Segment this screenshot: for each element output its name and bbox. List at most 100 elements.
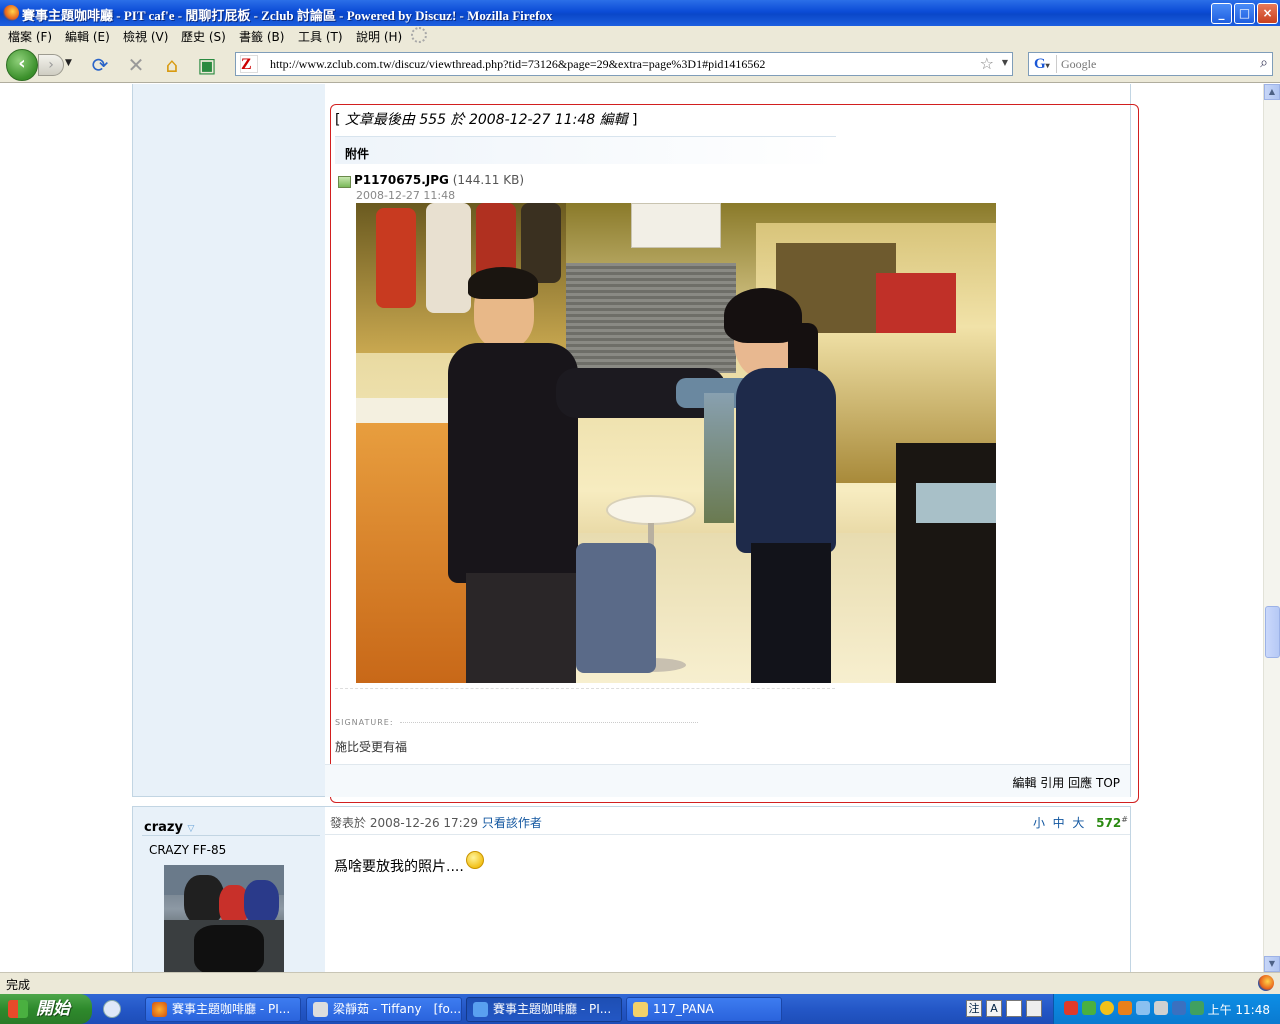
scroll-thumb[interactable] xyxy=(1265,606,1280,658)
scroll-down-icon[interactable]: ▼ xyxy=(1264,956,1280,972)
url-text[interactable]: http://www.zclub.com.tw/discuz/viewthrea… xyxy=(270,57,765,72)
tray-app1-icon[interactable] xyxy=(1064,1001,1078,1015)
author-nickname: CRAZY FF-85 xyxy=(149,843,227,857)
tray-antivirus-icon[interactable] xyxy=(1190,1001,1204,1015)
post-actions: 編輯 引用 回應 TOP xyxy=(1012,774,1120,791)
task-folder[interactable]: 117_PANA xyxy=(626,997,782,1022)
search-magnifier-icon[interactable]: ⌕ xyxy=(1260,55,1268,71)
menu-tools[interactable]: 工具 (T) xyxy=(298,28,343,45)
system-tray: 上午 11:48 xyxy=(1053,994,1280,1024)
task-ie[interactable]: 賽事主題咖啡廳 - PI... xyxy=(466,997,622,1022)
tray-app2-icon[interactable] xyxy=(1118,1001,1132,1015)
url-dropdown-icon[interactable]: ▼ xyxy=(1002,58,1008,67)
post-message: 爲啥要放我的照片.... xyxy=(334,851,484,876)
signature-label: SIGNATURE: xyxy=(335,718,394,727)
font-size-controls: 小 中 大 572# xyxy=(1033,814,1128,831)
quote-link[interactable]: 引用 xyxy=(1040,776,1064,790)
task-foobar[interactable]: 梁靜茹 - Tiffany [fo... xyxy=(306,997,462,1022)
firefox-window: 賽事主題咖啡廳 - PIT caf'e - 閒聊打屁板 - Zclub 討論區 … xyxy=(0,0,1280,1024)
font-medium-link[interactable]: 中 xyxy=(1053,816,1065,830)
search-box[interactable]: G▾ ⌕ xyxy=(1028,52,1273,76)
font-small-link[interactable]: 小 xyxy=(1033,816,1045,830)
author-name[interactable]: crazy ▽ xyxy=(144,820,194,835)
ime-indicator[interactable]: 注 xyxy=(966,1000,982,1017)
ime-keyboard-icon[interactable] xyxy=(1026,1000,1042,1017)
task-firefox-1[interactable]: 賽事主題咖啡廳 - PI... xyxy=(145,997,301,1022)
font-large-link[interactable]: 大 xyxy=(1072,816,1084,830)
tray-app3-icon[interactable] xyxy=(1154,1001,1168,1015)
foobar-task-icon xyxy=(313,1002,328,1017)
title-bar[interactable]: 賽事主題咖啡廳 - PIT caf'e - 閒聊打屁板 - Zclub 討論區 … xyxy=(0,0,1280,26)
menu-bar: 檔案 (F) 編輯 (E) 檢視 (V) 歷史 (S) 書籤 (B) 工具 (T… xyxy=(0,26,1280,45)
menu-view[interactable]: 檢視 (V) xyxy=(123,28,168,45)
menu-file[interactable]: 檔案 (F) xyxy=(8,28,52,45)
reload-icon[interactable]: ⟳ xyxy=(88,53,112,77)
google-engine-icon[interactable]: G▾ xyxy=(1031,55,1057,73)
back-button[interactable]: ‹ xyxy=(6,49,38,81)
attachment-divider xyxy=(335,688,835,689)
ime-width-icon[interactable] xyxy=(1006,1000,1022,1017)
page-content: [ 文章最後由 555 於 2008-12-27 11:48 編輯 ] 附件 P… xyxy=(0,84,1263,972)
stop-icon[interactable]: ✕ xyxy=(124,53,148,77)
quicklaunch-icon[interactable] xyxy=(103,1000,121,1018)
bookmark-star-icon[interactable]: ☆ xyxy=(980,54,994,73)
post-actions-bar: 編輯 引用 回應 TOP xyxy=(325,764,1130,797)
clock[interactable]: 上午 11:48 xyxy=(1208,1001,1270,1018)
firefox-icon xyxy=(3,5,19,21)
smiley-icon xyxy=(465,851,484,869)
tray-messenger-icon[interactable] xyxy=(1082,1001,1096,1015)
attachment-filename[interactable]: P1170675.JPG (144.11 KB) xyxy=(354,173,524,187)
maximize-button[interactable]: □ xyxy=(1234,3,1255,24)
address-bar[interactable]: Z http://www.zclub.com.tw/discuz/viewthr… xyxy=(235,52,1013,76)
top-link[interactable]: TOP xyxy=(1096,776,1120,790)
throbber-icon xyxy=(411,27,427,43)
tray-smiley-icon[interactable] xyxy=(1100,1001,1114,1015)
post-author-sidebar xyxy=(133,84,325,796)
windows-logo-icon xyxy=(8,1000,28,1018)
author-divider xyxy=(142,835,320,836)
post-floor-number[interactable]: 572 xyxy=(1096,816,1121,830)
attachments-header: 附件 xyxy=(335,136,836,164)
meta-divider xyxy=(325,834,1130,835)
bookmark-manager-icon[interactable]: ▣ xyxy=(195,53,219,77)
close-button[interactable]: × xyxy=(1257,3,1278,24)
attachment-photo[interactable] xyxy=(356,203,996,683)
tray-help-icon[interactable] xyxy=(1172,1001,1186,1015)
only-author-link[interactable]: 只看該作者 xyxy=(482,816,542,830)
navigation-toolbar: ‹ › ▼ ⟳ ✕ ⌂ ▣ Z http://www.zclub.com.tw/… xyxy=(0,45,1280,83)
windows-taskbar: 開始 賽事主題咖啡廳 - PI... 梁靜茹 - Tiffany [fo... … xyxy=(0,994,1280,1024)
firefox-task-icon xyxy=(152,1002,167,1017)
scroll-up-icon[interactable]: ▲ xyxy=(1264,84,1280,100)
edit-note: [ 文章最後由 555 於 2008-12-27 11:48 編輯 ] xyxy=(335,112,638,128)
search-input[interactable] xyxy=(1061,56,1241,72)
post-meta: 發表於 2008-12-26 17:29 只看該作者 xyxy=(330,816,542,830)
history-dropdown-icon[interactable]: ▼ xyxy=(65,58,72,68)
signature-divider xyxy=(400,722,698,723)
ime-mode-indicator[interactable]: A xyxy=(986,1000,1002,1017)
window-title: 賽事主題咖啡廳 - PIT caf'e - 閒聊打屁板 - Zclub 討論區 … xyxy=(22,8,553,23)
minimize-button[interactable]: _ xyxy=(1211,3,1232,24)
status-bar: 完成 xyxy=(0,972,1280,994)
menu-help[interactable]: 說明 (H) xyxy=(356,28,402,45)
start-button[interactable]: 開始 xyxy=(0,994,92,1024)
firefox-status-icon[interactable] xyxy=(1258,975,1274,991)
attachment-date: 2008-12-27 11:48 xyxy=(356,189,456,202)
menu-bookmarks[interactable]: 書籤 (B) xyxy=(239,28,284,45)
edit-link[interactable]: 編輯 xyxy=(1012,776,1036,790)
site-favicon-icon: Z xyxy=(240,55,258,73)
author-menu-icon[interactable]: ▽ xyxy=(187,824,194,834)
menu-edit[interactable]: 編輯 (E) xyxy=(65,28,110,45)
image-file-icon xyxy=(338,176,351,188)
forward-button[interactable]: › xyxy=(38,54,64,76)
floor-mark: # xyxy=(1121,815,1128,824)
home-icon[interactable]: ⌂ xyxy=(160,53,184,77)
attachments-label: 附件 xyxy=(345,147,370,161)
reply-link[interactable]: 回應 xyxy=(1068,776,1092,790)
status-text: 完成 xyxy=(6,978,31,992)
signature-text: 施比受更有福 xyxy=(335,740,408,754)
tray-network-icon[interactable] xyxy=(1136,1001,1150,1015)
menu-history[interactable]: 歷史 (S) xyxy=(181,28,226,45)
avatar[interactable] xyxy=(164,865,284,972)
vertical-scrollbar[interactable]: ▲ ▼ xyxy=(1263,84,1280,972)
ie-task-icon xyxy=(473,1002,488,1017)
